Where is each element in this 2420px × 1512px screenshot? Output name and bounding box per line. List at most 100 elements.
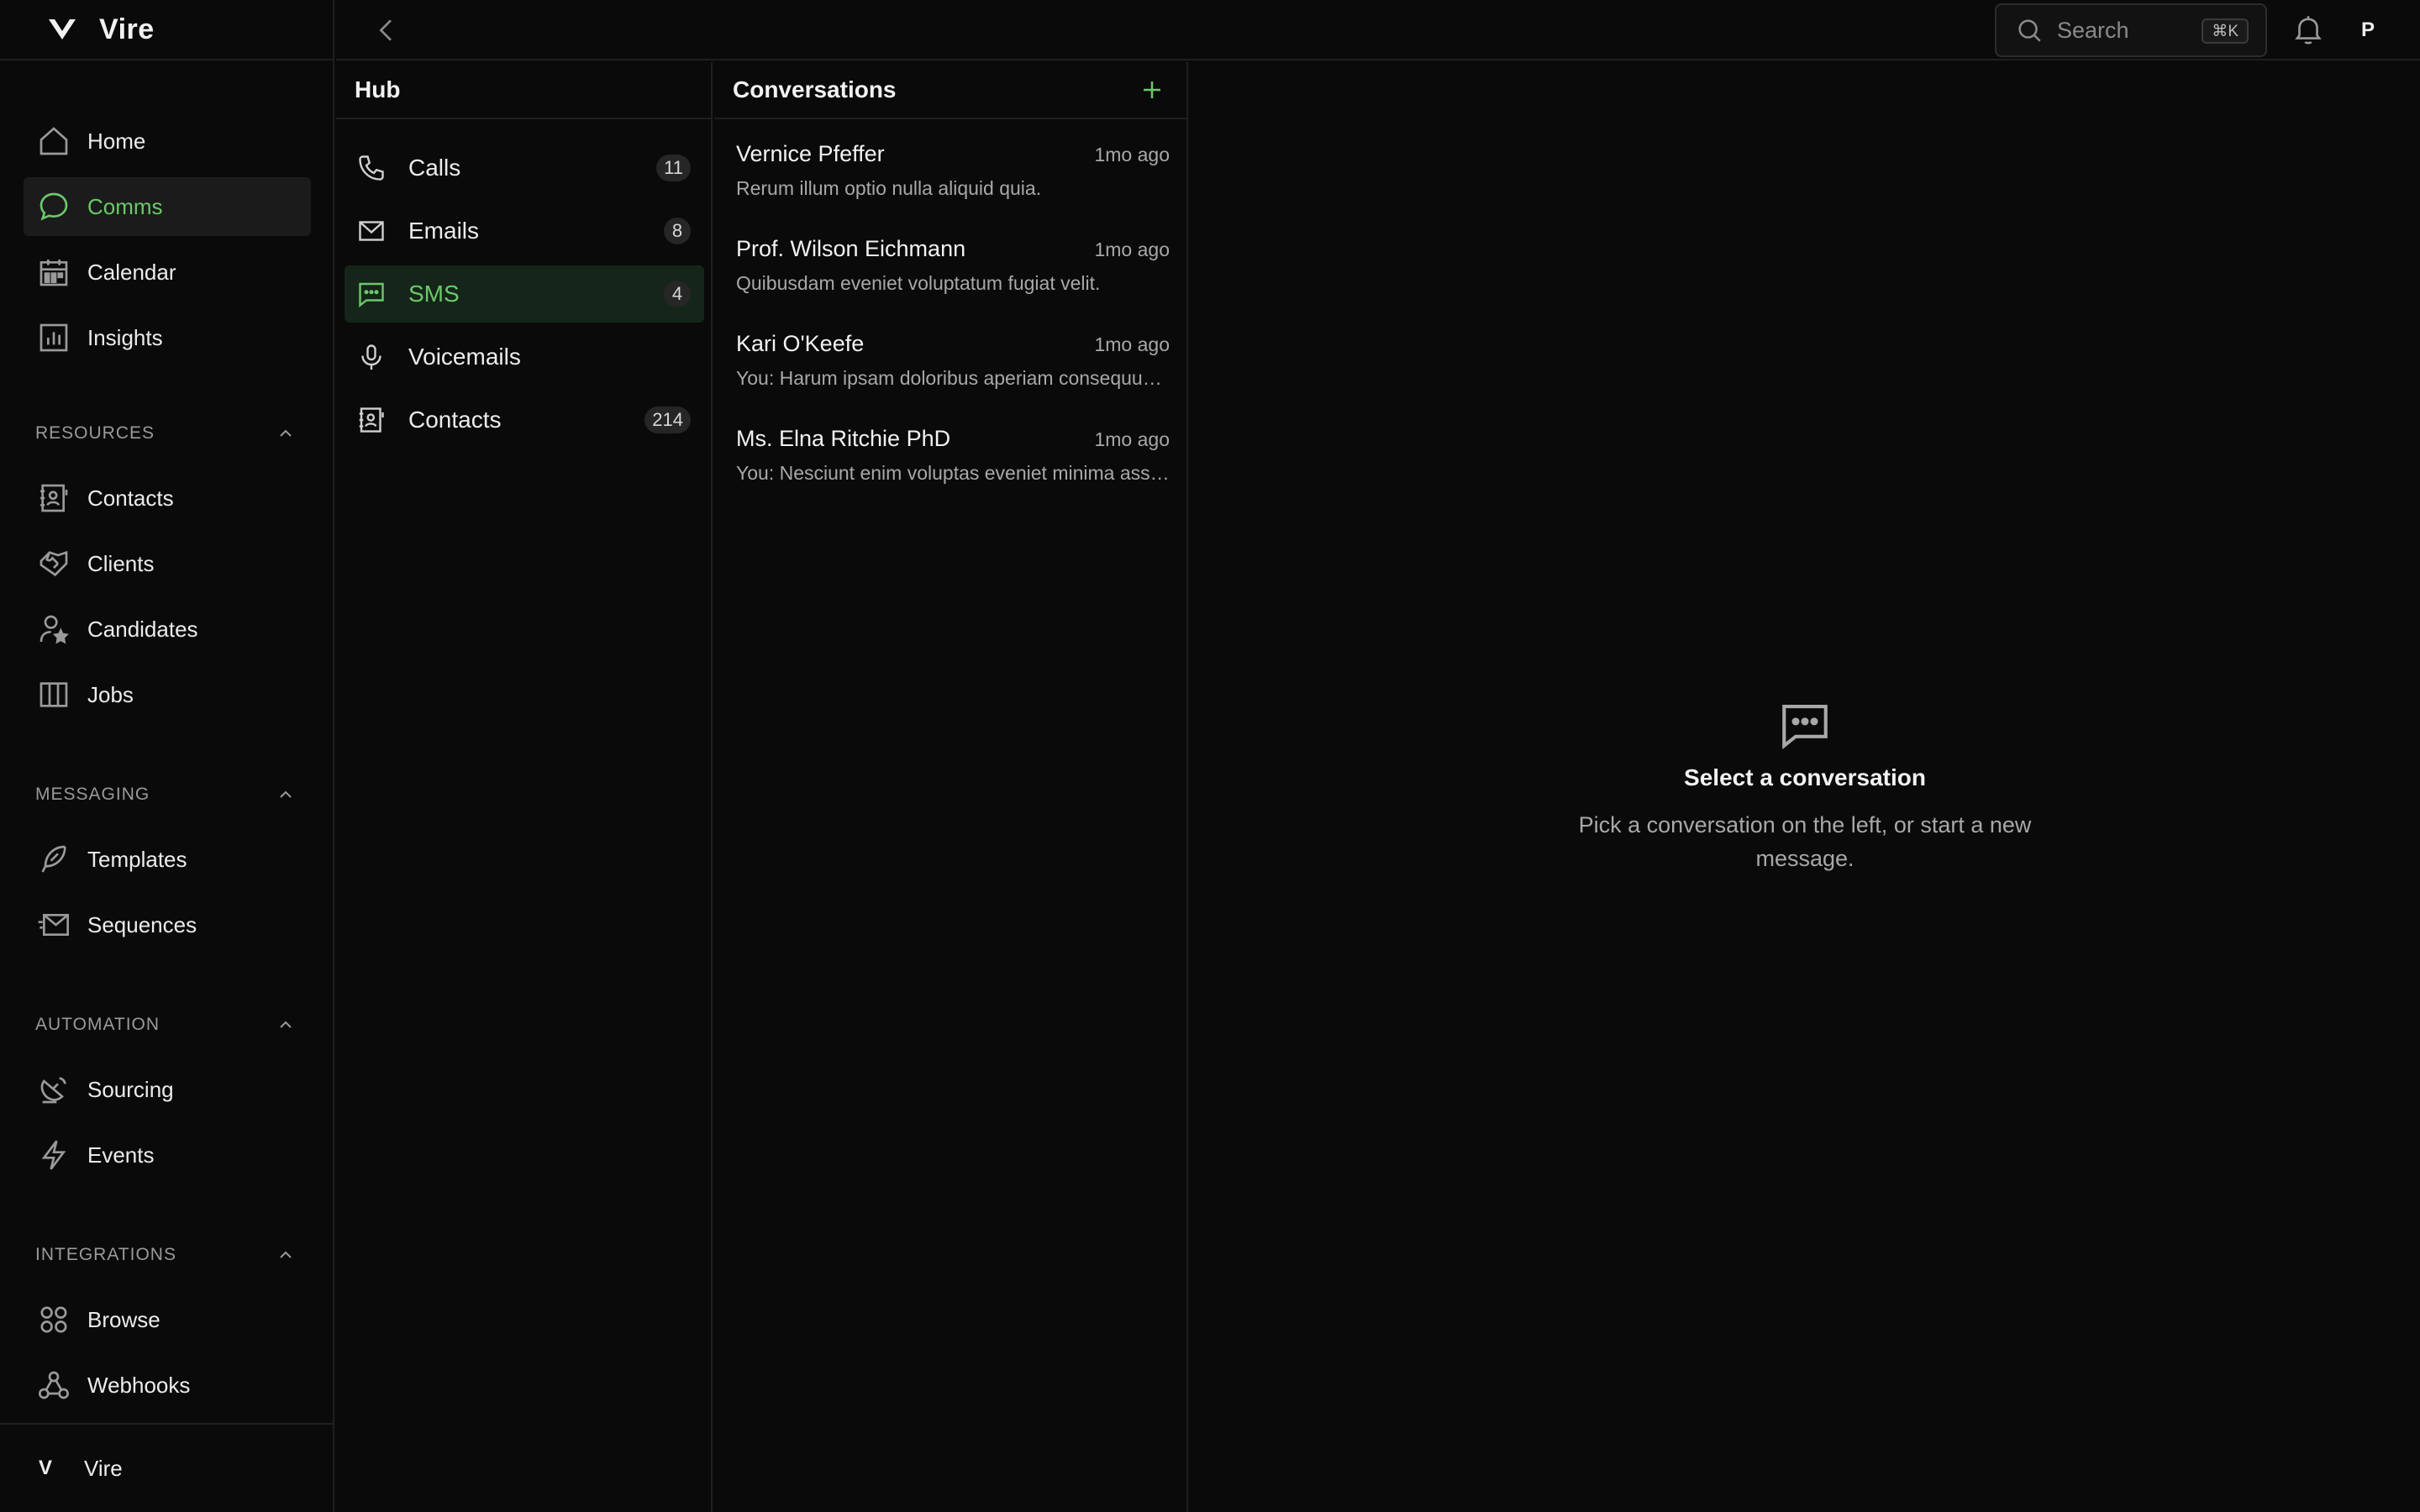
section-title: RESOURCES (35, 423, 155, 443)
top-bar: ⌘K P (336, 0, 2420, 60)
workspace-name: Vire (84, 1455, 123, 1481)
hub-item-contacts[interactable]: Contacts 214 (345, 391, 704, 449)
conversation-list: Vernice Pfeffer 1mo ago Rerum illum opti… (736, 134, 1170, 514)
hub-item-sms[interactable]: SMS 4 (345, 265, 704, 323)
conversation-item[interactable]: Kari O'Keefe 1mo ago You: Harum ipsam do… (736, 324, 1170, 419)
search-icon (2018, 19, 2041, 42)
hub-item-voicemails[interactable]: Voicemails (345, 328, 704, 386)
conversations-header: Conversations (714, 62, 1186, 119)
nav-item-browse[interactable]: Browse (24, 1290, 311, 1349)
section-title: INTEGRATIONS (35, 1245, 176, 1264)
microphone-icon (361, 344, 381, 370)
nav-item-templates[interactable]: Templates (24, 830, 311, 889)
conversation-item[interactable]: Prof. Wilson Eichmann 1mo ago Quibusdam … (736, 229, 1170, 324)
conversation-name: Vernice Pfeffer (736, 141, 885, 166)
nav-item-events[interactable]: Events (24, 1126, 311, 1184)
nav-item-label: Contacts (87, 485, 174, 511)
conversation-name: Ms. Elna Ritchie PhD (736, 426, 951, 451)
conversations-title: Conversations (733, 76, 897, 102)
grid-circles-icon (37, 1303, 71, 1336)
search-shortcut-badge: ⌘K (2202, 18, 2249, 44)
nav-item-jobs[interactable]: Jobs (24, 665, 311, 724)
handshake-icon (37, 547, 71, 580)
section-messaging-header[interactable]: MESSAGING (35, 780, 296, 810)
hub-item-emails[interactable]: Emails 8 (345, 202, 704, 260)
chat-bubble-icon (37, 190, 71, 223)
conversations-panel: Conversations Vernice Pfeffer 1mo ago Re… (714, 62, 1188, 1512)
nav-item-label: Insights (87, 324, 163, 350)
nav-item-insights[interactable]: Insights (24, 308, 311, 367)
lightning-icon (37, 1138, 71, 1172)
search-box[interactable]: ⌘K (1995, 3, 2267, 57)
nav-item-label: Calendar (87, 259, 176, 285)
section-messaging-items: Templates Sequences (24, 830, 311, 961)
avatar[interactable]: P (2351, 13, 2385, 47)
nav-item-label: Clients (87, 550, 155, 576)
search-input[interactable] (2057, 17, 2200, 44)
empty-state-title: Select a conversation (1684, 764, 1926, 790)
plus-icon[interactable] (1139, 77, 1165, 102)
chevron-up-icon (280, 1021, 292, 1028)
nav-item-label: Sequences (87, 911, 197, 937)
count-badge: 11 (656, 155, 691, 181)
conversation-preview: You: Harum ipsam doloribus aperiam conse… (736, 367, 1170, 389)
empty-state-description: Pick a conversation on the left, or star… (1578, 812, 2032, 871)
nav-item-label: Home (87, 128, 146, 154)
nav-item-webhooks[interactable]: Webhooks (24, 1356, 311, 1415)
nav-item-home[interactable]: Home (24, 112, 311, 171)
contact-book-icon (359, 407, 384, 433)
bar-chart-icon (37, 321, 71, 354)
hub-panel: Hub Calls 11 Emails 8 SMS 4 Voicemails C… (336, 62, 713, 1512)
nav-item-comms[interactable]: Comms (24, 177, 311, 236)
hub-list: Calls 11 Emails 8 SMS 4 Voicemails Conta… (345, 139, 704, 454)
conversation-item[interactable]: Vernice Pfeffer 1mo ago Rerum illum opti… (736, 134, 1170, 229)
sidebar: Vire Home Comms Calendar Insights RESOUR… (0, 0, 334, 1512)
bell-icon[interactable] (2291, 12, 2326, 47)
hub-item-calls[interactable]: Calls 11 (345, 139, 704, 197)
nav-item-calendar[interactable]: Calendar (24, 243, 311, 302)
main-nav: Home Comms Calendar Insights (24, 112, 311, 374)
brand[interactable]: Vire (0, 0, 334, 60)
hub-item-label: Voicemails (408, 344, 521, 370)
nav-item-label: Webhooks (87, 1372, 191, 1398)
nav-item-label: Templates (87, 846, 187, 872)
home-icon (37, 124, 71, 158)
conversation-name: Prof. Wilson Eichmann (736, 236, 966, 261)
calendar-icon (37, 255, 71, 289)
brand-name: Vire (99, 13, 155, 45)
satellite-dish-icon (37, 1073, 71, 1106)
chevron-left-icon[interactable] (370, 13, 403, 47)
vire-logo-icon (49, 19, 76, 39)
envelope-icon (359, 221, 384, 241)
section-integrations-header[interactable]: INTEGRATIONS (35, 1240, 296, 1270)
feather-icon (37, 843, 71, 876)
hub-title: Hub (336, 62, 711, 119)
hub-item-label: SMS (408, 281, 460, 307)
nav-item-label: Sourcing (87, 1076, 174, 1102)
section-automation-header[interactable]: AUTOMATION (35, 1010, 296, 1040)
nav-item-sequences[interactable]: Sequences (24, 895, 311, 954)
conversation-name: Kari O'Keefe (736, 331, 865, 356)
count-badge: 8 (664, 218, 691, 244)
conversation-time: 1mo ago (1094, 239, 1170, 260)
nav-item-contacts[interactable]: Contacts (24, 469, 311, 528)
section-resources-header[interactable]: RESOURCES (35, 418, 296, 449)
workspace-mark: V (39, 1457, 53, 1479)
workspace-switcher[interactable]: V Vire (0, 1423, 334, 1512)
nav-item-candidates[interactable]: Candidates (24, 600, 311, 659)
conversation-preview: Rerum illum optio nulla aliquid quia. (736, 177, 1042, 199)
nav-item-label: Candidates (87, 616, 198, 642)
conversation-time: 1mo ago (1094, 144, 1170, 165)
nav-item-label: Jobs (87, 681, 134, 707)
hub-item-label: Contacts (408, 407, 502, 433)
section-resources-items: Contacts Clients Candidates Jobs (24, 469, 311, 731)
chevron-up-icon (280, 1251, 292, 1258)
conversation-item[interactable]: Ms. Elna Ritchie PhD 1mo ago You: Nesciu… (736, 419, 1170, 514)
contact-book-icon (37, 481, 71, 515)
nav-item-sourcing[interactable]: Sourcing (24, 1060, 311, 1119)
section-title: AUTOMATION (35, 1015, 160, 1034)
conversation-detail-empty: Select a conversation Pick a conversatio… (1190, 62, 2420, 1512)
nav-item-clients[interactable]: Clients (24, 534, 311, 593)
phone-icon (359, 155, 384, 181)
message-dots-icon (1782, 704, 1828, 750)
